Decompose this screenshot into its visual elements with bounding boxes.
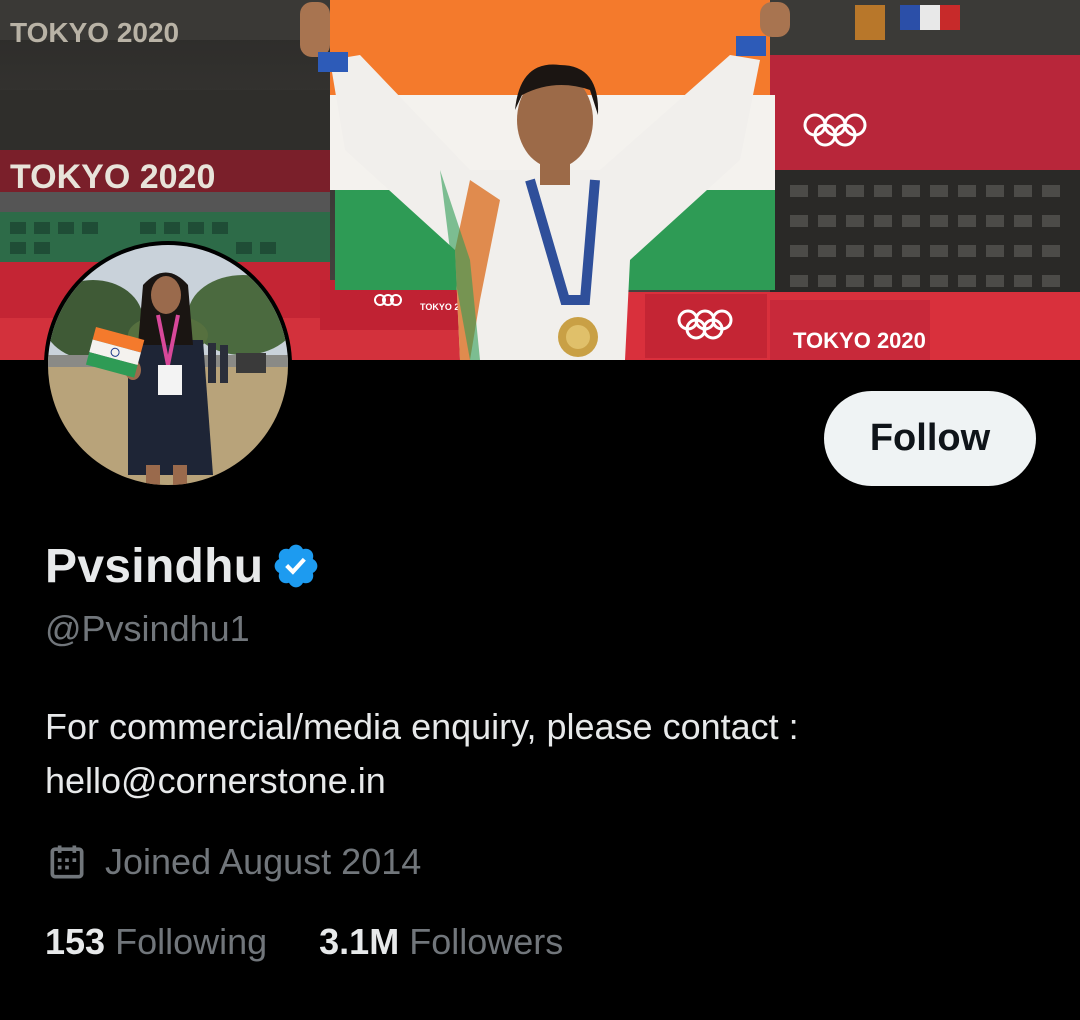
profile-bio: For commercial/media enquiry, please con… [45,700,1025,808]
following-stat[interactable]: 153 Following [45,921,267,963]
bio-line-1: For commercial/media enquiry, please con… [45,706,799,747]
display-name-row: Pvsindhu [45,536,321,596]
banner-signage-3: TOKYO 2020 [793,328,926,353]
following-count: 153 [45,921,106,962]
banner-signage-1: TOKYO 2020 [10,17,179,48]
follow-stats: 153 Following 3.1M Followers [45,918,563,966]
bio-email-link[interactable]: hello@cornerstone.in [45,754,1025,808]
followers-label: Followers [409,921,564,962]
followers-count: 3.1M [319,921,400,962]
banner-signage-2: TOKYO 2020 [10,158,215,196]
calendar-icon [45,840,89,884]
verified-badge-icon[interactable] [271,541,321,591]
joined-date: Joined August 2014 [105,841,422,882]
profile-avatar[interactable] [44,241,292,489]
profile-page: TOKYO 2020 TOKYO 2020 TOKYO 2020 TOKYO 2… [0,0,1080,1020]
user-handle: @Pvsindhu1 [45,608,250,649]
joined-date-row: Joined August 2014 [45,838,421,886]
followers-stat[interactable]: 3.1M Followers [319,921,563,963]
avatar-photo [48,245,288,485]
follow-button[interactable]: Follow [824,391,1036,486]
display-name: Pvsindhu [45,539,264,593]
following-label: Following [115,921,268,962]
